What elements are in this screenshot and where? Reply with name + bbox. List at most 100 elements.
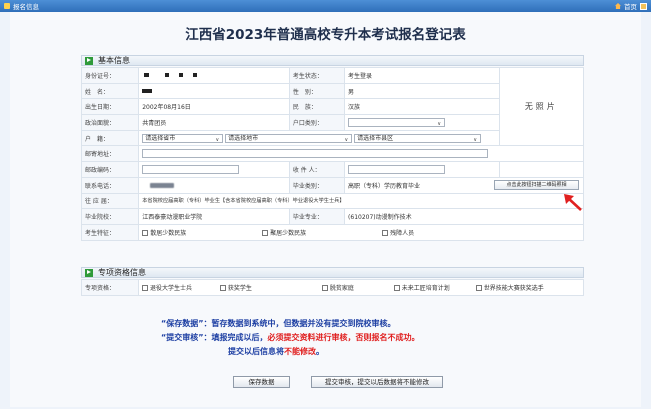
exam-status-value: 考生登录	[344, 67, 500, 84]
address-cell	[138, 145, 584, 163]
recipient-cell	[344, 161, 500, 178]
name-value	[138, 82, 290, 100]
feature-option[interactable]: 散居少数民族	[142, 228, 260, 237]
basic-info-table: 身份证号： 考生状态： 考生登录 无照片 姓 名： 性 别： 男 出生日期： 2…	[80, 66, 585, 241]
address-input[interactable]	[142, 149, 489, 159]
feature-option-label: 聚居少数民族	[270, 229, 307, 237]
school-value: 江西泰豪动漫职业学院	[138, 208, 290, 225]
school-label: 毕业院校：	[80, 208, 140, 225]
special-option[interactable]: 脱贫家庭	[321, 283, 392, 292]
chevron-down-icon: ∨	[215, 136, 220, 143]
id-label: 身份证号：	[80, 67, 140, 84]
special-option[interactable]: 获奖学生	[219, 283, 320, 292]
special-option-label: 未来工匠培育计划	[401, 284, 450, 292]
postcode-input[interactable]	[142, 164, 240, 174]
home-link[interactable]: 首页	[624, 1, 637, 11]
postcode-cell	[138, 161, 290, 178]
phone-value	[138, 176, 290, 194]
city-select-text: 请选择地市	[228, 134, 259, 142]
section-special-qualification: 专项资格信息	[81, 267, 584, 278]
hukou-select[interactable]: ∨	[348, 117, 446, 127]
resume-value: 本省院校应届高职（专科）毕业生【含本省院校应届高职（专科）毕业退役大学生士兵】	[138, 192, 584, 210]
page-title: 江西省2023年普通高校专升本考试报名登记表	[185, 27, 466, 43]
resume-label: 往 应 届：	[80, 192, 140, 210]
section-title: 基本信息	[98, 56, 130, 65]
checkbox[interactable]	[475, 285, 482, 292]
province-select-text: 请选择省市	[145, 134, 176, 142]
note-save-text: 暂存数据到系统中，但数据并没有提交到院校审核。	[211, 319, 396, 328]
photo-area: 无照片	[498, 66, 585, 147]
special-option[interactable]: 未来工匠培育计划	[393, 283, 474, 292]
gender-label: 性 别：	[288, 82, 346, 100]
note-after: 提交以后信息将不能修改。	[228, 346, 324, 357]
checkbox[interactable]	[393, 285, 400, 292]
red-arrow-icon	[564, 194, 582, 211]
checkbox[interactable]	[142, 230, 149, 237]
political-value: 共青团员	[138, 114, 290, 131]
qr-button-cell	[498, 161, 585, 178]
checkbox[interactable]	[219, 285, 226, 292]
recipient-label: 收 件 人：	[288, 161, 346, 178]
section-basic-info: 基本信息	[81, 55, 584, 66]
checkbox[interactable]	[142, 285, 148, 292]
checkbox[interactable]	[321, 285, 328, 292]
note-submit-warning: 必须提交资料进行审核，否则报名不成功。	[267, 333, 420, 342]
county-select[interactable]: 请选择市县区 ∨	[354, 133, 482, 143]
note-after-text: 提交以后信息将	[228, 347, 284, 356]
save-button[interactable]: 保存数据	[233, 376, 290, 388]
note-submit-text: 填报完成以后，	[211, 333, 268, 342]
top-bar: 报名信息 首页	[0, 0, 651, 12]
postcode-label: 邮政编码：	[80, 161, 140, 178]
ethnic-label: 民 族：	[288, 98, 346, 116]
special-option[interactable]: 世界技能大赛获奖选手	[475, 283, 544, 292]
province-select[interactable]: 请选择省市 ∨	[142, 133, 224, 143]
special-option-label: 退役大学生士兵	[150, 284, 193, 292]
qr-photo-button[interactable]: 点击此按钮扫描二维码照相	[494, 180, 579, 190]
arrow-right-icon	[85, 56, 93, 65]
note-submit: “提交审核”：填报完成以后，必须提交资料进行审核，否则报名不成功。	[161, 332, 420, 343]
huji-selects: 请选择省市 ∨ 请选择地市 ∨ 请选择市县区 ∨	[138, 129, 500, 147]
submit-button[interactable]: 提交审核，提交以后数据将不能修改	[311, 376, 443, 388]
special-option-label: 获奖学生	[227, 284, 252, 292]
name-label: 姓 名：	[80, 82, 140, 100]
top-bar-title: 报名信息	[13, 3, 39, 11]
exam-status-label: 考生状态：	[288, 67, 346, 84]
phone-label: 联系电话：	[80, 176, 140, 194]
chevron-down-icon: ∨	[344, 136, 349, 143]
address-label: 邮寄地址：	[80, 145, 140, 163]
section-title: 专项资格信息	[98, 268, 146, 277]
checkbox[interactable]	[262, 230, 269, 237]
top-bar-actions: 首页	[615, 1, 647, 11]
checkbox[interactable]	[382, 230, 389, 237]
birth-value: 2002年08月16日	[138, 98, 290, 116]
feature-option[interactable]: 聚居少数民族	[262, 228, 380, 237]
political-label: 政治面貌：	[80, 114, 140, 131]
recipient-input[interactable]	[348, 164, 446, 174]
county-select-text: 请选择市县区	[357, 134, 394, 142]
feature-option[interactable]: 残障人员	[382, 228, 414, 237]
city-select[interactable]: 请选择地市 ∨	[225, 133, 353, 143]
birth-label: 出生日期：	[80, 98, 140, 116]
exit-icon[interactable]	[640, 2, 647, 10]
home-icon[interactable]	[615, 3, 621, 9]
id-value	[138, 67, 290, 84]
hukou-cell: ∨	[344, 114, 500, 131]
note-after-warning: 不能修改	[284, 347, 316, 356]
huji-label: 户 籍：	[80, 129, 140, 147]
special-option[interactable]: 退役大学生士兵	[142, 283, 218, 292]
feature-option-label: 残障人员	[390, 229, 415, 237]
feature-label: 考生特征：	[80, 223, 140, 241]
arrow-right-icon	[85, 268, 93, 277]
note-save: “保存数据”：暂存数据到系统中，但数据并没有提交到院校审核。	[161, 318, 396, 329]
grad-type-label: 毕业类别：	[288, 176, 346, 194]
note-after-end: 。	[316, 347, 324, 356]
special-option-label: 世界技能大赛获奖选手	[483, 284, 544, 292]
major-value: (610207)动漫制作技术	[344, 208, 584, 225]
special-option-label: 脱贫家庭	[329, 284, 354, 292]
chevron-down-icon: ∨	[473, 136, 478, 143]
feature-options: 散居少数民族 聚居少数民族 残障人员	[138, 223, 584, 241]
info-icon	[4, 3, 10, 9]
gender-value: 男	[344, 82, 500, 100]
special-options: 退役大学生士兵 获奖学生 脱贫家庭 未来工匠培育计划 世界技能大赛获奖选手	[138, 279, 584, 296]
chevron-down-icon: ∨	[437, 120, 442, 127]
